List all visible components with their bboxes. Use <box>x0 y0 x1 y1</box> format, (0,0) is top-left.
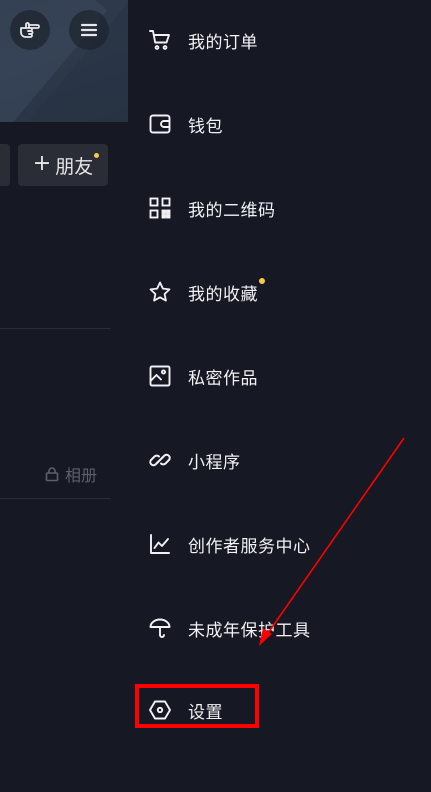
menu-item-label: 我的收藏 <box>188 277 265 305</box>
menu-item-label: 我的订单 <box>188 32 258 53</box>
plus-icon: + <box>32 151 52 176</box>
notification-dot <box>94 153 99 158</box>
menu-item-creator-center[interactable]: 创作者服务中心 <box>128 514 431 574</box>
edit-profile-button-partial[interactable] <box>0 144 10 186</box>
qr-code-icon <box>148 196 172 220</box>
menu-item-label: 小程序 <box>188 452 241 473</box>
new-badge-dot <box>259 277 265 284</box>
menu-item-wallet[interactable]: 钱包 <box>128 94 431 154</box>
hamburger-menu-button[interactable] <box>69 10 109 50</box>
lock-icon <box>45 467 59 482</box>
menu-item-label: 创作者服务中心 <box>188 536 311 557</box>
shopping-cart-icon <box>148 28 172 52</box>
settings-highlight-box <box>135 684 259 728</box>
menu-item-private-works[interactable]: 私密作品 <box>128 346 431 406</box>
menu-item-qr-code[interactable]: 我的二维码 <box>128 178 431 238</box>
divider <box>0 328 111 329</box>
profile-banner <box>0 0 128 122</box>
tab-album-label: 相册 <box>65 466 98 485</box>
line-chart-icon <box>148 532 172 556</box>
menu-item-favorites[interactable]: 我的收藏 <box>128 262 431 322</box>
menu-item-label: 未成年保护工具 <box>188 620 311 641</box>
hamburger-menu-icon <box>80 23 98 37</box>
add-friends-button[interactable]: + 朋友 <box>18 144 108 186</box>
add-friends-label: 朋友 <box>55 155 94 178</box>
menu-item-label: 钱包 <box>188 116 223 137</box>
wallet-icon <box>148 112 172 136</box>
menu-item-label: 私密作品 <box>188 368 258 389</box>
menu-item-minor-protection[interactable]: 未成年保护工具 <box>128 598 431 658</box>
screen: + 朋友 相册 我的订单 钱包 我的二维码 我的收藏 私密作品 小程序 创作者服… <box>0 0 431 792</box>
menu-item-label: 我的二维码 <box>188 200 276 221</box>
star-icon <box>148 280 172 304</box>
side-drawer-menu: 我的订单 钱包 我的二维码 我的收藏 私密作品 小程序 创作者服务中心 未成年保… <box>128 0 431 792</box>
umbrella-icon <box>148 616 172 640</box>
hand-pointer-icon <box>20 22 40 38</box>
image-icon <box>148 364 172 388</box>
menu-item-mini-programs[interactable]: 小程序 <box>128 430 431 490</box>
link-icon <box>148 448 172 472</box>
tab-album[interactable]: 相册 <box>44 462 97 486</box>
divider <box>0 498 111 499</box>
hand-pointer-button[interactable] <box>10 10 50 50</box>
profile-page-background: + 朋友 相册 <box>0 0 128 792</box>
menu-item-orders[interactable]: 我的订单 <box>128 10 431 70</box>
